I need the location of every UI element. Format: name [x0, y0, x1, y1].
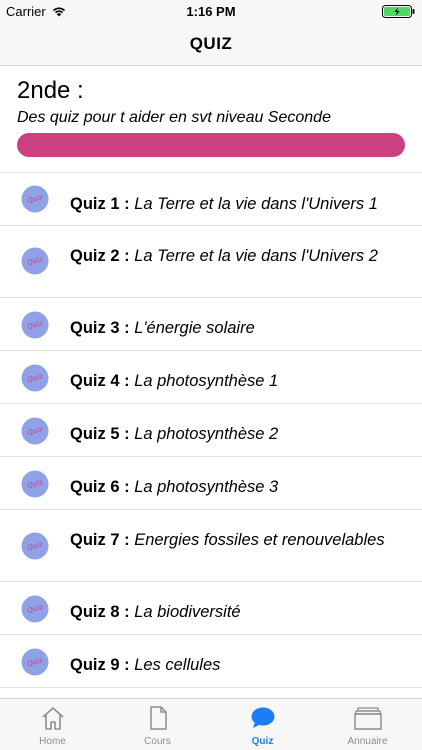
quiz-icon: Quiz — [21, 532, 49, 560]
list-item-quiz-5[interactable]: Quiz Quiz 5 : La photosynthèse 2 — [0, 404, 422, 457]
quiz-label: Quiz 3 : L'énergie solaire — [70, 318, 400, 338]
list-item-quiz-1[interactable]: Quiz Quiz 1 : La Terre et la vie dans l'… — [0, 173, 422, 226]
quiz-title: La Terre et la vie dans l'Univers 2 — [134, 247, 378, 265]
tab-bar: Home Cours Quiz Annuaire — [0, 698, 422, 750]
quiz-icon: Quiz — [21, 648, 49, 676]
quiz-title: La photosynthèse 1 — [134, 372, 279, 390]
quiz-label: Quiz 5 : La photosynthèse 2 — [70, 424, 400, 444]
status-bar: Carrier 1:16 PM — [0, 0, 422, 22]
quiz-number: Quiz 6 : — [70, 478, 130, 496]
folder-stack-icon — [353, 707, 382, 730]
quiz-label: Quiz 8 : La biodiversité — [70, 602, 400, 622]
quiz-title: La photosynthèse 2 — [134, 425, 279, 443]
document-icon — [149, 706, 167, 730]
list-item-quiz-3[interactable]: Quiz Quiz 3 : L'énergie solaire — [0, 298, 422, 351]
quiz-number: Quiz 5 : — [70, 425, 130, 443]
status-time: 1:16 PM — [186, 4, 236, 19]
tab-label: Annuaire — [347, 736, 388, 747]
quiz-title: Les cellules — [134, 656, 221, 674]
list-item-quiz-9[interactable]: Quiz Quiz 9 : Les cellules — [0, 635, 422, 688]
chat-bubble-icon — [251, 707, 274, 728]
quiz-number: Quiz 7 : — [70, 531, 130, 549]
tab-home[interactable]: Home — [0, 699, 105, 750]
quiz-title: La Terre et la vie dans l'Univers 1 — [134, 195, 378, 213]
quiz-label: Quiz 6 : La photosynthèse 3 — [70, 477, 400, 497]
quiz-number: Quiz 9 : — [70, 656, 130, 674]
navigation-bar: QUIZ — [0, 22, 422, 66]
quiz-number: Quiz 4 : — [70, 372, 130, 390]
quiz-title: La photosynthèse 3 — [134, 478, 279, 496]
quiz-icon: Quiz — [21, 185, 49, 213]
list-item-quiz-4[interactable]: Quiz Quiz 4 : La photosynthèse 1 — [0, 351, 422, 404]
quiz-number: Quiz 3 : — [70, 319, 130, 337]
battery-icon — [382, 5, 415, 18]
quiz-label: Quiz 1 : La Terre et la vie dans l'Unive… — [70, 194, 400, 214]
tab-annuaire[interactable]: Annuaire — [315, 699, 420, 750]
list-item-quiz-8[interactable]: Quiz Quiz 8 : La biodiversité — [0, 582, 422, 635]
quiz-list: Quiz Quiz 1 : La Terre et la vie dans l'… — [0, 172, 422, 698]
quiz-number: Quiz 8 : — [70, 603, 130, 621]
quiz-icon: Quiz — [21, 595, 49, 623]
quiz-icon: Quiz — [21, 470, 49, 498]
tab-label: Home — [39, 736, 66, 747]
list-item-quiz-6[interactable]: Quiz Quiz 6 : La photosynthèse 3 — [0, 457, 422, 510]
page-title: QUIZ — [189, 33, 233, 53]
quiz-icon: Quiz — [21, 311, 49, 339]
quiz-title: L'énergie solaire — [134, 319, 255, 337]
quiz-label: Quiz 4 : La photosynthèse 1 — [70, 371, 400, 391]
quiz-label: Quiz 9 : Les cellules — [70, 655, 400, 675]
list-item-quiz-2[interactable]: Quiz Quiz 2 : La Terre et la vie dans l'… — [0, 226, 422, 298]
quiz-icon: Quiz — [21, 364, 49, 392]
quiz-icon: Quiz — [21, 417, 49, 445]
list-item-quiz-7[interactable]: Quiz Quiz 7 : Energies fossiles et renou… — [0, 510, 422, 582]
tab-quiz[interactable]: Quiz — [210, 699, 315, 750]
quiz-label: Quiz 2 : La Terre et la vie dans l'Unive… — [70, 246, 400, 266]
quiz-label: Quiz 7 : Energies fossiles et renouvelab… — [70, 530, 400, 550]
screen: Carrier 1:16 PM QUIZ 2nde : Des quiz pou… — [0, 0, 422, 750]
tab-label: Quiz — [251, 736, 274, 747]
home-icon — [41, 707, 64, 730]
level-color-bar — [17, 133, 405, 157]
tab-label: Cours — [144, 736, 171, 747]
quiz-title: La biodiversité — [134, 603, 241, 621]
tab-cours[interactable]: Cours — [105, 699, 210, 750]
quiz-title: Energies fossiles et renouvelables — [134, 531, 385, 549]
quiz-number: Quiz 2 : — [70, 247, 130, 265]
quiz-number: Quiz 1 : — [70, 195, 130, 213]
level-subtitle: Des quiz pour t aider en svt niveau Seco… — [17, 109, 331, 126]
quiz-icon: Quiz — [21, 247, 49, 275]
level-title: 2nde : — [17, 77, 84, 104]
